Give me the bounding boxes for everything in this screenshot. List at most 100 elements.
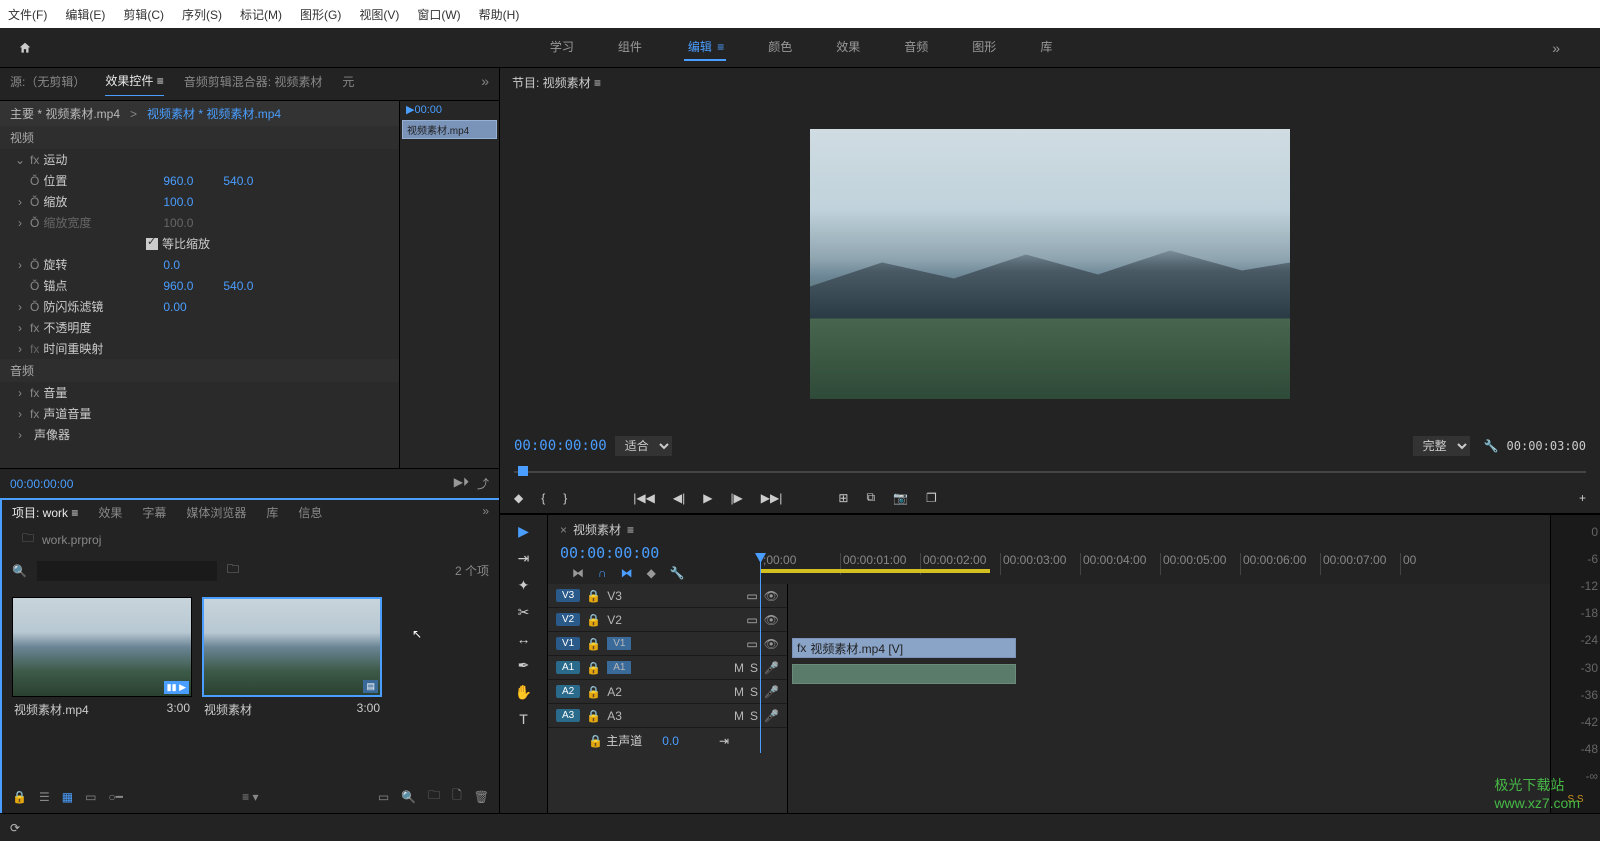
ws-graphics[interactable]: 图形 <box>970 34 998 61</box>
timeline-ruler[interactable]: ;00:00 00:00:01:00 00:00:02:00 00:00:03:… <box>760 553 1538 575</box>
find-icon[interactable]: 🔍 <box>401 790 416 804</box>
icon-view-icon[interactable]: ▦ <box>62 790 73 804</box>
uniform-scale-checkbox[interactable] <box>146 238 158 250</box>
sync-icon[interactable]: ⟳ <box>10 821 20 835</box>
ws-edit[interactable]: 编辑 ≡ <box>684 34 726 61</box>
menu-sequence[interactable]: 序列(S) <box>182 6 222 23</box>
program-fit-select[interactable]: 适合 <box>615 436 672 456</box>
razor-tool[interactable]: ✂ <box>518 604 530 621</box>
tab-project[interactable]: 项目: work ≡ <box>12 504 78 521</box>
tab-audio-mixer[interactable]: 音频剪辑混合器: 视频素材 <box>184 73 323 96</box>
selection-tool[interactable]: ▶ <box>518 523 529 540</box>
add-button[interactable]: + <box>1579 491 1586 505</box>
project-search-input[interactable] <box>37 561 217 581</box>
menu-edit[interactable]: 编辑(E) <box>65 6 105 23</box>
menu-marker[interactable]: 标记(M) <box>240 6 282 23</box>
source-tabs-more[interactable]: » <box>481 73 489 95</box>
slip-tool[interactable]: ↔ <box>517 631 531 647</box>
menu-file[interactable]: 文件(F) <box>8 6 47 23</box>
sequence-name[interactable]: 视频素材 <box>573 521 621 538</box>
program-tab[interactable]: 节目: 视频素材 ≡ <box>500 68 1600 97</box>
mark-in-button[interactable]: { <box>541 491 545 505</box>
wrench-icon[interactable]: 🔧 <box>1484 439 1499 453</box>
goto-in-button[interactable]: |◀◀ <box>633 491 655 505</box>
delete-icon[interactable]: 🗑 <box>474 790 489 804</box>
ws-more-button[interactable]: » <box>1552 40 1600 56</box>
comparison-button[interactable]: ❐ <box>926 491 937 505</box>
ws-learn[interactable]: 学习 <box>548 34 576 61</box>
track-v3[interactable]: V3🔒V3▭👁 <box>548 584 787 608</box>
ws-library[interactable]: 库 <box>1038 34 1054 61</box>
track-a1[interactable]: A1🔒A1MS🎤 <box>548 656 787 680</box>
timeline-track-area[interactable]: fx视频素材.mp4 [V] <box>788 584 1550 813</box>
extract-button[interactable]: ⧉ <box>866 490 875 505</box>
link-icon[interactable]: ⧓ <box>621 566 633 580</box>
master-track[interactable]: 🔒 主声道0.0⇥ <box>548 728 787 753</box>
audio-clip[interactable] <box>792 664 1016 684</box>
program-preview[interactable] <box>500 97 1600 430</box>
new-bin-icon[interactable]: 🗀 <box>428 786 440 807</box>
effect-mini-timeline[interactable]: ▶00:00 视频素材.mp4 <box>399 101 499 468</box>
magnet-icon[interactable]: ∩ <box>598 566 607 580</box>
program-scrubber[interactable] <box>514 462 1586 482</box>
sort-icon[interactable]: ≡ ▾ <box>242 790 258 804</box>
tab-captions[interactable]: 字幕 <box>142 504 166 521</box>
zoom-slider-icon[interactable]: ○━ <box>108 790 122 804</box>
effect-sub-label[interactable]: 视频素材 * 视频素材.mp4 <box>147 105 281 122</box>
track-a3[interactable]: A3🔒A3MS🎤 <box>548 704 787 728</box>
ws-effects[interactable]: 效果 <box>834 34 862 61</box>
menu-help[interactable]: 帮助(H) <box>479 6 520 23</box>
track-select-tool[interactable]: ⇥ <box>518 550 530 567</box>
tab-source[interactable]: 源:（无剪辑） <box>10 73 85 96</box>
project-thumb[interactable]: ▤ <box>202 597 382 697</box>
snap-icon[interactable]: ⧓ <box>572 566 584 580</box>
ws-assembly[interactable]: 组件 <box>616 34 644 61</box>
track-v2[interactable]: V2🔒V2▭👁 <box>548 608 787 632</box>
timeline-timecode[interactable]: 00:00:00:00 <box>560 544 760 562</box>
track-v1[interactable]: V1🔒V1▭👁 <box>548 632 787 656</box>
add-marker-button[interactable]: ◆ <box>514 491 523 505</box>
menu-window[interactable]: 窗口(W) <box>417 6 460 23</box>
settings-icon[interactable]: 🔧 <box>670 566 685 580</box>
type-tool[interactable]: T <box>519 711 528 727</box>
freeform-view-icon[interactable]: ▭ <box>85 790 96 804</box>
project-item-selected[interactable]: ▤ 视频素材3:00 <box>202 597 382 722</box>
work-area-bar[interactable] <box>760 569 990 573</box>
effect-loop-icon[interactable]: ▶⏵ <box>454 475 469 492</box>
tab-metadata-cut[interactable]: 元 <box>342 73 354 96</box>
project-item[interactable]: ▮▮ ▶ 视频素材.mp43:00 <box>12 597 192 722</box>
lift-button[interactable]: ⊞ <box>838 491 848 505</box>
tab-media-browser[interactable]: 媒体浏览器 <box>186 504 246 521</box>
tab-info[interactable]: 信息 <box>298 504 322 521</box>
effect-export-icon[interactable]: ⤴ <box>477 475 489 492</box>
marker-icon[interactable]: ◆ <box>647 566 656 580</box>
ws-color[interactable]: 颜色 <box>766 34 794 61</box>
video-clip[interactable]: fx视频素材.mp4 [V] <box>792 638 1016 658</box>
mark-out-button[interactable]: } <box>563 491 567 505</box>
menu-graphics[interactable]: 图形(G) <box>300 6 341 23</box>
list-view-icon[interactable]: ☰ <box>39 790 50 804</box>
track-a2[interactable]: A2🔒A2MS🎤 <box>548 680 787 704</box>
ripple-tool[interactable]: ✦ <box>518 577 530 594</box>
menu-view[interactable]: 视图(V) <box>359 6 399 23</box>
bin-icon[interactable]: 🗀 <box>227 560 239 581</box>
goto-out-button[interactable]: ▶▶| <box>761 491 783 505</box>
step-fwd-button[interactable]: |▶ <box>730 491 742 505</box>
close-icon[interactable]: × <box>560 523 567 537</box>
project-tabs-more[interactable]: » <box>482 504 489 521</box>
step-back-button[interactable]: ◀| <box>673 491 685 505</box>
auto-match-icon[interactable]: ▭ <box>378 790 389 804</box>
play-button[interactable]: ▶ <box>703 491 712 505</box>
program-quality-select[interactable]: 完整 <box>1413 436 1470 456</box>
tab-effect-controls[interactable]: 效果控件 ≡ <box>105 72 163 96</box>
pen-tool[interactable]: ✒ <box>518 657 530 674</box>
project-thumb[interactable]: ▮▮ ▶ <box>12 597 192 697</box>
program-timecode[interactable]: 00:00:00:00 <box>514 438 607 454</box>
tab-effects[interactable]: 效果 <box>98 504 122 521</box>
home-button[interactable] <box>0 28 50 68</box>
ws-audio[interactable]: 音频 <box>902 34 930 61</box>
tab-library[interactable]: 库 <box>266 504 278 521</box>
playhead-icon[interactable] <box>518 466 528 476</box>
effect-timecode[interactable]: 00:00:00:00 <box>10 477 73 491</box>
timeline-playhead[interactable] <box>760 553 761 753</box>
